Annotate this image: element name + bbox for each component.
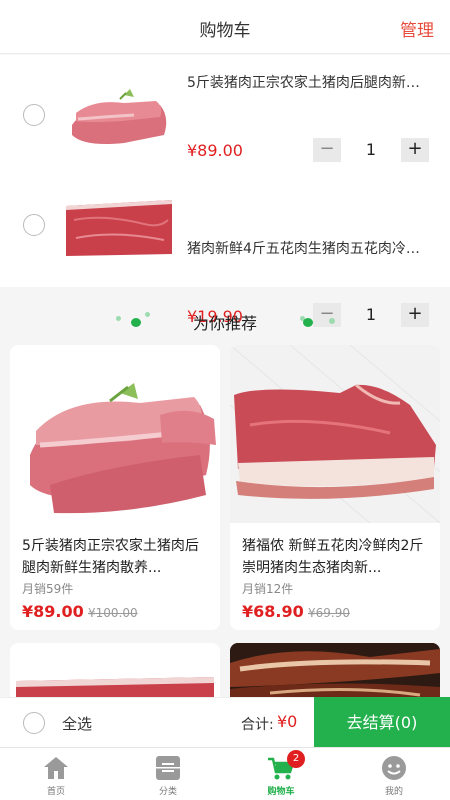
cart-count-badge: 2 — [287, 750, 305, 768]
checkout-button[interactable]: 去结算(0) — [314, 697, 450, 748]
decor-dot — [329, 318, 335, 324]
item-checkbox[interactable] — [23, 104, 45, 126]
bottom-tab-bar: 首页 分类 2 购物车 我的 — [0, 747, 450, 800]
product-image[interactable] — [230, 345, 440, 523]
recommend-product-price: ¥89.00 — [22, 602, 84, 621]
cart-list: 5斤装猪肉正宗农家土猪肉后腿肉新鲜生猪肉散养 ¥89.00 − 1 + 猪肉新鲜… — [0, 55, 450, 327]
recommend-product-card[interactable]: 5斤装猪肉正宗农家土猪肉后腿肉新鲜生猪肉散养... 月销59件 ¥89.00 ¥… — [10, 345, 220, 630]
product-thumbnail[interactable] — [64, 190, 174, 260]
monthly-sales: 月销12件 — [242, 582, 294, 596]
decor-dot — [303, 318, 313, 327]
cart-item-price: ¥89.00 — [187, 141, 243, 160]
tab-category[interactable]: 分类 — [112, 748, 224, 800]
item-checkbox[interactable] — [23, 214, 45, 236]
product-thumbnail[interactable] — [64, 77, 174, 153]
cart-item: 5斤装猪肉正宗农家土猪肉后腿肉新鲜生猪肉散养 ¥89.00 − 1 + — [0, 55, 450, 171]
recommend-product-name[interactable]: 猪福侬 新鲜五花肉冷鲜肉2斤崇明猪肉生态猪肉新... — [242, 535, 432, 579]
original-price: ¥100.00 — [88, 606, 138, 620]
home-icon — [42, 755, 70, 781]
select-all-label[interactable]: 全选 — [62, 713, 92, 734]
recommend-product-card[interactable]: 猪福侬 新鲜五花肉冷鲜肉2斤崇明猪肉生态猪肉新... 月销12件 ¥68.90 … — [230, 345, 440, 630]
original-price: ¥69.90 — [308, 606, 350, 620]
tab-home[interactable]: 首页 — [0, 748, 112, 800]
tab-label: 分类 — [158, 787, 177, 797]
tab-label: 我的 — [384, 787, 403, 797]
cart-item: 猪肉新鲜4斤五花肉生猪肉五花肉冷鲜肉 ¥19.90 − 1 + — [0, 171, 450, 327]
tab-cart[interactable]: 2 购物车 — [225, 748, 337, 800]
recommend-section-header: 为你推荐 — [0, 306, 450, 334]
quantity-stepper: − 1 + — [313, 138, 429, 162]
tab-label: 首页 — [46, 787, 65, 797]
cart-item-name[interactable]: 5斤装猪肉正宗农家土猪肉后腿肉新鲜生猪肉散养 — [187, 72, 432, 92]
page-title: 购物车 — [199, 21, 251, 41]
recommend-product-card[interactable] — [230, 643, 440, 703]
manage-button[interactable]: 管理 — [400, 16, 434, 41]
product-image[interactable] — [10, 345, 220, 523]
recommend-title: 为你推荐 — [192, 314, 257, 333]
increase-button[interactable]: + — [401, 138, 429, 162]
product-image[interactable] — [230, 643, 440, 703]
recommend-product-price: ¥68.90 — [242, 602, 304, 621]
tab-label: 购物车 — [267, 787, 295, 797]
top-bar: 购物车 管理 — [0, 0, 450, 54]
quantity-value[interactable]: 1 — [341, 140, 401, 159]
profile-icon — [380, 755, 408, 781]
select-all-checkbox[interactable] — [23, 712, 45, 734]
cart-item-name[interactable]: 猪肉新鲜4斤五花肉生猪肉五花肉冷鲜肉 — [187, 238, 432, 258]
product-image[interactable] — [10, 643, 220, 703]
total-label: 合计: — [241, 717, 274, 733]
checkout-bar: 全选 合计: ¥0 去结算(0) — [0, 697, 450, 748]
decrease-button[interactable]: − — [313, 138, 341, 162]
category-icon — [154, 755, 182, 781]
total-amount: ¥0 — [277, 712, 298, 731]
monthly-sales: 月销59件 — [22, 582, 74, 596]
tab-profile[interactable]: 我的 — [338, 748, 450, 800]
recommend-product-card[interactable] — [10, 643, 220, 703]
recommend-product-name[interactable]: 5斤装猪肉正宗农家土猪肉后腿肉新鲜生猪肉散养... — [22, 535, 212, 579]
